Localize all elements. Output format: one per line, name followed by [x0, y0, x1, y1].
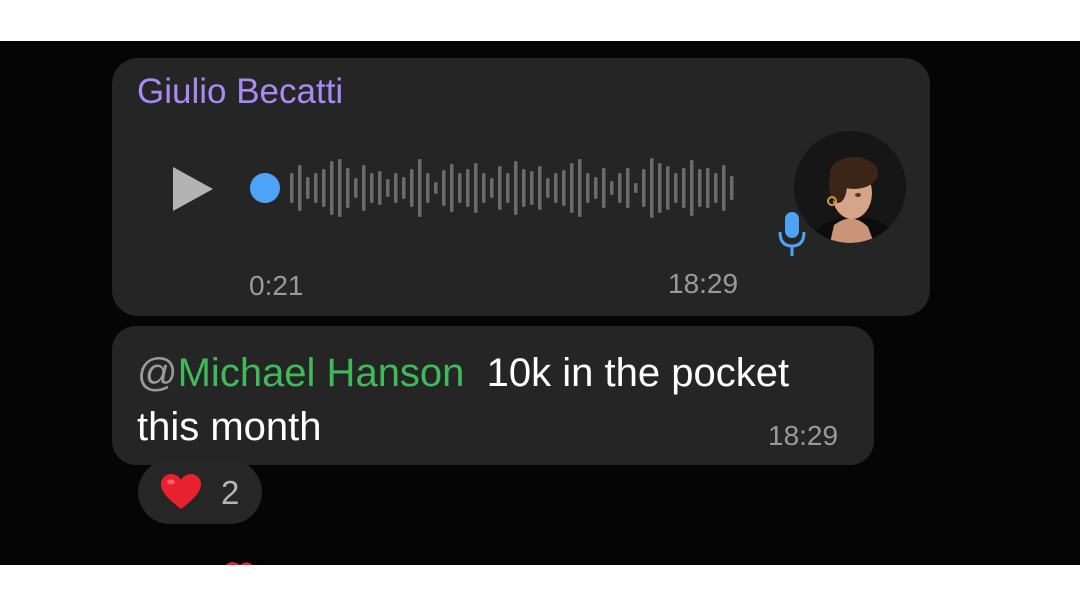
- waveform-bar: [522, 169, 526, 207]
- waveform-bar: [458, 173, 462, 203]
- waveform-bar: [314, 173, 318, 203]
- waveform-bar: [354, 178, 358, 198]
- waveform-bar: [658, 163, 662, 213]
- waveform-bar: [530, 171, 534, 205]
- waveform-bar: [682, 168, 686, 208]
- waveform-bar: [338, 159, 342, 217]
- waveform-bar: [562, 170, 566, 206]
- chat-area: Giulio Becatti 0:21 18:29 @Michael Hanso…: [0, 41, 1080, 565]
- waveform-bar: [330, 161, 334, 215]
- waveform-bar: [434, 182, 438, 194]
- mention-at-symbol: @: [137, 351, 178, 395]
- sender-name[interactable]: Giulio Becatti: [137, 72, 343, 112]
- user-mention[interactable]: Michael Hanson: [178, 351, 465, 395]
- waveform-bar: [546, 178, 550, 198]
- play-icon: [173, 167, 213, 211]
- waveform-bar: [442, 170, 446, 206]
- partially-visible-sticker: [226, 562, 253, 565]
- waveform-scrubber[interactable]: [250, 153, 740, 223]
- waveform-bar: [394, 173, 398, 203]
- waveform-bar: [666, 166, 670, 210]
- waveform-bar: [298, 165, 302, 211]
- waveform-bar: [586, 173, 590, 203]
- waveform-bar: [578, 159, 582, 217]
- heart-emoji-icon: [161, 474, 201, 509]
- waveform-bar: [706, 168, 710, 208]
- waveform-bar: [402, 177, 406, 199]
- waveform-bar: [378, 171, 382, 205]
- waveform-bar: [466, 169, 470, 207]
- waveform-bar: [570, 163, 574, 213]
- heart-reaction-chip[interactable]: 2: [138, 460, 262, 524]
- message-timestamp: 18:29: [768, 420, 839, 451]
- waveform-bar: [290, 173, 294, 203]
- message-timestamp: 18:29: [668, 268, 739, 299]
- waveform-bar: [482, 173, 486, 203]
- waveform-bar: [418, 159, 422, 217]
- sender-avatar[interactable]: [794, 131, 906, 243]
- waveform-bar: [602, 168, 606, 208]
- voice-duration: 0:21: [249, 270, 304, 301]
- waveform-bar: [386, 179, 390, 197]
- waveform-bar: [594, 177, 598, 199]
- waveform-bar: [490, 178, 494, 198]
- waveform-bar: [498, 166, 502, 210]
- waveform-bar: [650, 158, 654, 218]
- waveform-bar: [506, 173, 510, 203]
- waveform-bar: [698, 169, 702, 207]
- waveform-bar: [322, 169, 326, 207]
- voice-message-bubble[interactable]: Giulio Becatti 0:21 18:29: [112, 58, 930, 316]
- waveform-bar: [370, 173, 374, 203]
- reaction-count: 2: [221, 474, 240, 511]
- waveform-bar: [690, 160, 694, 216]
- waveform-bar: [306, 177, 310, 199]
- message-text: @Michael Hanson 10k in the pocket this m…: [137, 346, 857, 454]
- waveform-bar: [674, 173, 678, 203]
- waveform-bar: [610, 181, 614, 195]
- waveform-bar: [618, 173, 622, 203]
- waveform-bar: [514, 161, 518, 215]
- waveform-bar: [362, 165, 366, 211]
- waveform-bar: [346, 168, 350, 208]
- text-message-bubble[interactable]: @Michael Hanson 10k in the pocket this m…: [112, 326, 874, 465]
- waveform-bar: [450, 164, 454, 212]
- waveform-bar: [426, 173, 430, 203]
- waveform-bar: [634, 183, 638, 193]
- waveform-bar: [410, 169, 414, 207]
- waveform-bar: [474, 163, 478, 213]
- waveform-bar: [730, 176, 734, 200]
- waveform-bar: [626, 168, 630, 208]
- waveform-bar: [538, 166, 542, 210]
- waveform-bar: [554, 173, 558, 203]
- waveform-bar: [714, 173, 718, 203]
- play-button[interactable]: [167, 164, 217, 214]
- playback-position-dot[interactable]: [250, 173, 280, 203]
- waveform-bar: [722, 165, 726, 211]
- waveform-bar: [642, 169, 646, 207]
